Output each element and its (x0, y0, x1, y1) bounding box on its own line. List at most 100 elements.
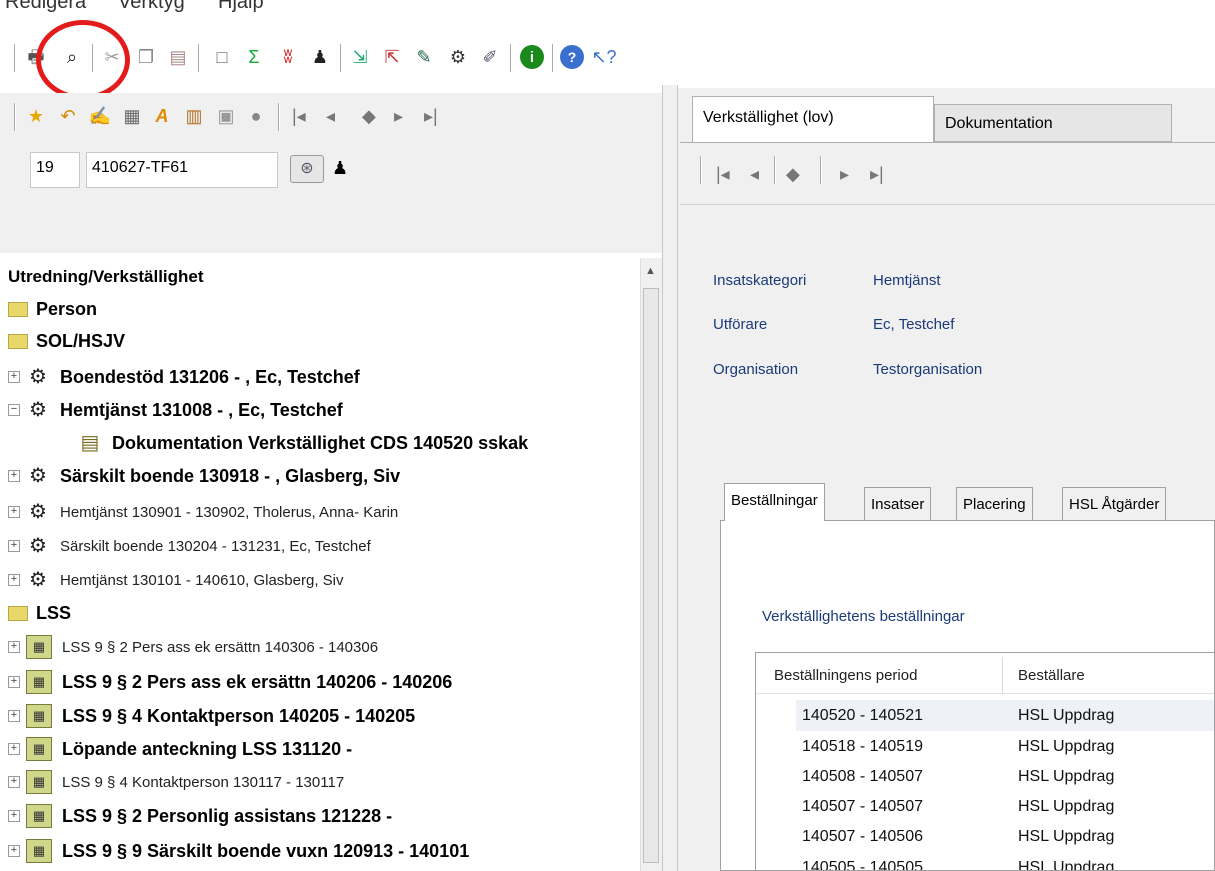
tab-line (680, 142, 1215, 143)
orders-table[interactable]: Beställningens period Beställare 140520 … (755, 652, 1215, 871)
cell-orderer[interactable]: HSL Uppdrag (1018, 768, 1114, 786)
export-icon[interactable]: ⇲ (348, 45, 372, 69)
import-icon[interactable]: ⇱ (380, 45, 404, 69)
tree-item[interactable]: + ▦ LSS 9 § 4 Kontaktperson 140205 - 14020… (8, 701, 415, 731)
book-icon[interactable]: ▥ (182, 104, 206, 128)
tree-item[interactable]: + ▦ LSS 9 § 2 Personlig assistans 121228 - (8, 801, 392, 831)
cell-period[interactable]: 140507 - 140506 (802, 828, 923, 846)
tree-item-lss[interactable]: LSS (8, 598, 71, 628)
tree-item[interactable]: + ⚙ Särskilt boende 130918 - , Glasberg, S… (8, 461, 400, 491)
context-help-icon[interactable]: ↖? (591, 45, 616, 69)
tree-item[interactable]: + ▦ Löpande anteckning LSS 131120 - (8, 734, 352, 764)
prev-record-icon[interactable]: ◂ (750, 164, 759, 185)
cell-orderer[interactable]: HSL Uppdrag (1018, 859, 1114, 870)
cell-orderer[interactable]: HSL Uppdrag (1018, 798, 1114, 816)
utforare-label: Utförare (713, 316, 768, 333)
tree-item[interactable]: + ▦ LSS 9 § 2 Pers ass ek ersättn 140206 -… (8, 667, 452, 697)
tree-item-label: LSS 9 § 2 Personlig assistans 121228 - (62, 805, 393, 826)
cell-orderer[interactable]: HSL Uppdrag (1018, 828, 1114, 846)
expand-icon[interactable]: + (8, 845, 20, 857)
expand-icon[interactable]: + (8, 540, 20, 552)
cell-period[interactable]: 140508 - 140507 (802, 768, 923, 786)
lss-icon: ▦ (26, 704, 52, 728)
help-icon[interactable]: ? (560, 45, 584, 69)
tree-item-label: Hemtjänst 131008 - , Ec, Testchef (60, 399, 343, 420)
tab-dokumentation[interactable]: Dokumentation (934, 104, 1172, 142)
person-id-field[interactable]: 410627-TF61 (86, 152, 278, 188)
cell-period[interactable]: 140505 - 140505 (802, 859, 923, 870)
last-record-icon[interactable]: ▸| (870, 164, 884, 185)
scroll-up-icon[interactable]: ▲ (645, 265, 656, 277)
network-icon: ⚙ (29, 399, 47, 421)
people-icon[interactable]: ʬ (276, 45, 300, 69)
calendar-icon[interactable]: ▦ (120, 104, 144, 128)
menu-tools[interactable]: Verktyg (118, 0, 185, 14)
tab-verkstallighet[interactable]: Verkställighet (lov) (692, 96, 934, 143)
info-icon[interactable]: i (520, 45, 544, 69)
current-record-icon[interactable]: ◆ (786, 164, 800, 185)
expand-icon[interactable]: + (8, 470, 20, 482)
menu-help[interactable]: Hjälp (218, 0, 264, 14)
tree-item-person[interactable]: Person (8, 294, 97, 324)
undo-icon[interactable]: ↶ (56, 104, 80, 128)
menu-edit[interactable]: Redigera (5, 0, 86, 14)
network-icon[interactable]: ⚙ (446, 45, 470, 69)
next-record-icon[interactable]: ▸ (840, 164, 849, 185)
collapse-icon[interactable]: − (8, 404, 20, 416)
last-record-icon[interactable]: ▸| (424, 106, 438, 127)
tree-item-sol[interactable]: SOL/HSJV (8, 326, 125, 356)
book2-icon[interactable]: ▣ (214, 104, 238, 128)
cell-orderer[interactable]: HSL Uppdrag (1018, 707, 1114, 725)
prev-record-icon[interactable]: ◂ (326, 106, 335, 127)
expand-icon[interactable]: + (8, 641, 20, 653)
star-icon[interactable]: ★ (24, 104, 48, 128)
next-record-icon[interactable]: ▸ (394, 106, 403, 127)
tree-item[interactable]: ▤ Dokumentation Verkställighet CDS 140520… (78, 428, 529, 458)
record-icon[interactable]: ● (244, 104, 268, 128)
cell-period[interactable]: 140507 - 140507 (802, 798, 923, 816)
sum-icon[interactable]: Σ (242, 45, 266, 69)
toolbar-separator (510, 44, 512, 72)
edit-note-icon[interactable]: ✍ (88, 104, 112, 128)
tree-item[interactable]: + ▦ LSS 9 § 4 Kontaktperson 130117 - 13011… (8, 767, 344, 797)
tab-insatser[interactable]: Insatser (864, 487, 932, 521)
expand-icon[interactable]: + (8, 574, 20, 586)
cell-period[interactable]: 140520 - 140521 (802, 707, 923, 725)
font-icon[interactable]: A (150, 104, 174, 128)
wand-icon[interactable]: ✐ (478, 45, 502, 69)
expand-icon[interactable]: + (8, 676, 20, 688)
record-number-field[interactable]: 19 (30, 152, 80, 188)
expand-icon[interactable]: + (8, 743, 20, 755)
search-person-button[interactable]: ⊛ (290, 155, 324, 183)
tree-item[interactable]: + ⚙ Särskilt boende 130204 - 131231, Ec, T… (8, 531, 371, 561)
tree-item[interactable]: + ▦ LSS 9 § 2 Pers ass ek ersättn 140306 -… (8, 632, 378, 662)
tree-item[interactable]: + ▦ LSS 9 § 9 Särskilt boende vuxn 120913 … (8, 836, 469, 866)
tab-bestallningar[interactable]: Beställningar (724, 483, 825, 521)
new-document-icon[interactable]: □ (210, 45, 234, 69)
tab-placering[interactable]: Placering (956, 487, 1033, 521)
cell-orderer[interactable]: HSL Uppdrag (1018, 738, 1114, 756)
tab-hsl-atgarder[interactable]: HSL Åtgärder (1062, 487, 1167, 521)
paste-icon[interactable]: ▤ (166, 45, 190, 69)
first-record-icon[interactable]: |◂ (716, 164, 730, 185)
expand-icon[interactable]: + (8, 710, 20, 722)
tree-item[interactable]: + ⚙ Hemtjänst 130901 - 130902, Tholerus, A… (8, 497, 398, 527)
tree-item[interactable]: + ⚙ Hemtjänst 130101 - 140610, Glasberg, S… (8, 565, 344, 595)
panel-splitter[interactable] (662, 85, 678, 871)
expand-icon[interactable]: + (8, 810, 20, 822)
expand-icon[interactable]: + (8, 776, 20, 788)
copy-icon[interactable]: ❐ (134, 45, 158, 69)
cell-period[interactable]: 140518 - 140519 (802, 738, 923, 756)
current-record-icon[interactable]: ◆ (362, 106, 376, 127)
scrollbar-thumb[interactable] (643, 288, 659, 863)
column-header-period[interactable]: Beställningens period (774, 667, 917, 684)
expand-icon[interactable]: + (8, 371, 20, 383)
tree-item[interactable]: + ⚙ Boendestöd 131206 - , Ec, Testchef (8, 362, 360, 392)
expand-icon[interactable]: + (8, 506, 20, 518)
edit-icon[interactable]: ✎ (412, 45, 436, 69)
tree-item[interactable]: − ⚙ Hemtjänst 131008 - , Ec, Testchef (8, 395, 343, 425)
column-header-orderer[interactable]: Beställare (1018, 667, 1085, 684)
person-icon[interactable]: ♟ (308, 45, 332, 69)
first-record-icon[interactable]: |◂ (292, 106, 306, 127)
tree-header: Utredning/Verkställighet (8, 262, 204, 292)
